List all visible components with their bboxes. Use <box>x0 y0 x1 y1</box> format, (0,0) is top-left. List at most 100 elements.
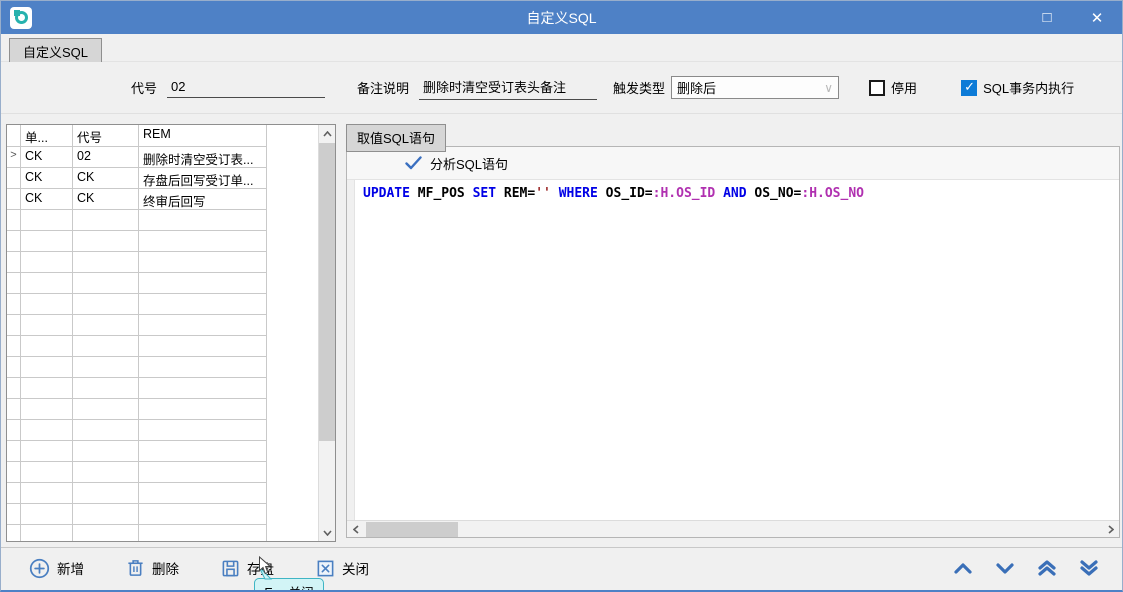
table-cell[interactable] <box>21 525 73 541</box>
table-cell[interactable] <box>139 462 267 483</box>
sql-transaction-checkbox-row[interactable]: SQL事务内执行 <box>961 78 1074 97</box>
maximize-button[interactable]: □ <box>1022 1 1072 34</box>
table-cell[interactable] <box>73 378 139 399</box>
table-cell[interactable] <box>139 294 267 315</box>
table-cell[interactable] <box>139 504 267 525</box>
table-row[interactable] <box>7 483 318 504</box>
table-cell[interactable] <box>139 483 267 504</box>
table-row[interactable] <box>7 462 318 483</box>
table-cell[interactable] <box>139 378 267 399</box>
table-cell[interactable]: CK <box>73 168 139 189</box>
table-cell[interactable]: 存盘后回写受订单... <box>139 168 267 189</box>
table-row[interactable] <box>7 525 318 541</box>
table-cell[interactable] <box>139 420 267 441</box>
table-cell[interactable] <box>21 399 73 420</box>
double-chevron-up-icon[interactable] <box>1036 559 1058 577</box>
disable-checkbox-row[interactable]: 停用 <box>869 78 917 97</box>
close-button[interactable]: 关闭 <box>316 558 369 578</box>
table-row[interactable] <box>7 210 318 231</box>
table-cell[interactable] <box>73 252 139 273</box>
table-cell[interactable]: CK <box>21 168 73 189</box>
table-cell[interactable] <box>73 462 139 483</box>
table-cell[interactable] <box>21 504 73 525</box>
table-row[interactable] <box>7 399 318 420</box>
delete-button[interactable]: 删除 <box>126 558 179 578</box>
col-header-code[interactable]: 代号 <box>73 125 139 147</box>
table-cell[interactable]: 删除时清空受订表... <box>139 147 267 168</box>
scroll-right-icon[interactable] <box>1102 521 1119 537</box>
table-cell[interactable] <box>139 525 267 541</box>
analyze-sql-button[interactable]: 分析SQL语句 <box>347 147 1119 180</box>
table-cell[interactable] <box>21 315 73 336</box>
double-chevron-down-icon[interactable] <box>1078 559 1100 577</box>
table-cell[interactable] <box>73 357 139 378</box>
table-cell[interactable] <box>73 294 139 315</box>
table-cell[interactable] <box>21 357 73 378</box>
table-cell[interactable]: CK <box>21 147 73 168</box>
col-header-rem[interactable]: REM <box>139 125 267 147</box>
table-cell[interactable] <box>21 420 73 441</box>
table-row[interactable] <box>7 273 318 294</box>
table-cell[interactable]: CK <box>73 189 139 210</box>
table-cell[interactable]: CK <box>21 189 73 210</box>
table-cell[interactable]: 终审后回写 <box>139 189 267 210</box>
table-row[interactable]: >CK02删除时清空受订表... <box>7 147 318 168</box>
table-cell[interactable] <box>139 399 267 420</box>
table-cell[interactable] <box>73 210 139 231</box>
table-cell[interactable] <box>139 336 267 357</box>
sql-transaction-checkbox[interactable] <box>961 80 977 96</box>
table-cell[interactable] <box>73 525 139 541</box>
sql-editor[interactable]: UPDATE MF_POS SET REM='' WHERE OS_ID=:H.… <box>347 180 1119 520</box>
table-row[interactable] <box>7 357 318 378</box>
table-cell[interactable] <box>73 420 139 441</box>
table-cell[interactable] <box>73 336 139 357</box>
table-row[interactable] <box>7 336 318 357</box>
scroll-down-icon[interactable] <box>319 524 335 541</box>
table-cell[interactable] <box>73 231 139 252</box>
table-row[interactable] <box>7 294 318 315</box>
scroll-up-icon[interactable] <box>319 125 335 142</box>
scrollbar-thumb[interactable] <box>366 522 458 537</box>
scrollbar-thumb[interactable] <box>319 143 335 441</box>
chevron-up-icon[interactable] <box>952 561 974 575</box>
table-cell[interactable] <box>73 315 139 336</box>
table-cell[interactable] <box>139 273 267 294</box>
table-row[interactable]: CKCK终审后回写 <box>7 189 318 210</box>
table-cell[interactable] <box>139 315 267 336</box>
table-cell[interactable] <box>21 441 73 462</box>
table-cell[interactable] <box>21 294 73 315</box>
scroll-left-icon[interactable] <box>347 521 364 537</box>
table-row[interactable] <box>7 315 318 336</box>
table-cell[interactable] <box>21 210 73 231</box>
code-field[interactable]: 02 <box>167 77 325 98</box>
table-cell[interactable] <box>73 504 139 525</box>
table-cell[interactable] <box>73 273 139 294</box>
table-cell[interactable] <box>73 399 139 420</box>
table-cell[interactable] <box>21 378 73 399</box>
table-cell[interactable] <box>21 483 73 504</box>
disable-checkbox[interactable] <box>869 80 885 96</box>
editor-horizontal-scrollbar[interactable] <box>347 520 1119 537</box>
tab-sql-statement[interactable]: 取值SQL语句 <box>346 124 446 152</box>
table-cell[interactable] <box>21 336 73 357</box>
table-cell[interactable] <box>73 441 139 462</box>
table-row[interactable] <box>7 420 318 441</box>
table-cell[interactable] <box>73 483 139 504</box>
close-window-button[interactable]: ✕ <box>1072 1 1122 34</box>
table-cell[interactable] <box>139 210 267 231</box>
table-row[interactable] <box>7 378 318 399</box>
table-cell[interactable] <box>139 357 267 378</box>
table-cell[interactable] <box>139 231 267 252</box>
remark-field[interactable]: 删除时清空受订表头备注 <box>419 75 597 100</box>
table-row[interactable] <box>7 504 318 525</box>
table-row[interactable]: CKCK存盘后回写受订单... <box>7 168 318 189</box>
grid-vertical-scrollbar[interactable] <box>318 125 335 541</box>
table-cell[interactable]: 02 <box>73 147 139 168</box>
chevron-down-icon[interactable] <box>994 561 1016 575</box>
table-cell[interactable] <box>21 273 73 294</box>
table-row[interactable] <box>7 441 318 462</box>
trigger-type-select[interactable]: 删除后 ∨ <box>671 76 839 99</box>
table-cell[interactable] <box>139 441 267 462</box>
table-cell[interactable] <box>21 252 73 273</box>
table-cell[interactable] <box>21 462 73 483</box>
